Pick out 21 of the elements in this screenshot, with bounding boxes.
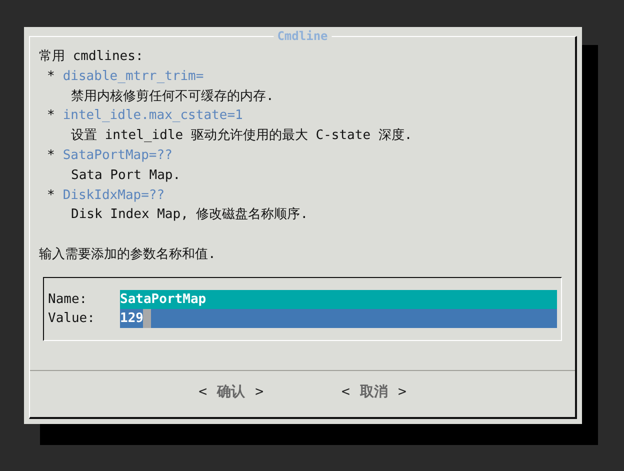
input-field[interactable]: 129 [120, 308, 557, 328]
field-label: Name: [47, 290, 88, 309]
option-description: Sata Port Map. [70, 166, 181, 185]
option-description: Disk Index Map, 修改磁盘名称顺序. [70, 206, 308, 224]
option-description: 设置 intel_idle 驱动允许使用的最大 C-state 深度. [70, 127, 412, 146]
intro-text: 常用 cmdlines: [39, 48, 144, 66]
bullet-mark: * [47, 186, 55, 205]
dialog-button[interactable]: < 确认 > [198, 382, 264, 403]
option-name: DiskIdxMap=?? [62, 186, 165, 205]
option-name: disable_mtrr_trim= [62, 68, 204, 86]
option-description: 禁用内核修剪任何不可缓存的内存. [70, 88, 274, 106]
prompt-text: 输入需要添加的参数名称和值. [39, 246, 216, 264]
dialog-button[interactable]: < 取消 > [342, 382, 406, 403]
bullet-mark: * [47, 68, 55, 86]
text-cursor [143, 308, 152, 328]
option-name: SataPortMap=?? [62, 146, 172, 165]
option-name: intel_idle.max_cstate=1 [62, 107, 243, 126]
bullet-mark: * [47, 107, 55, 126]
dialog-title: Cmdline [273, 29, 332, 43]
bullet-mark: * [47, 146, 55, 165]
field-label: Value: [47, 310, 96, 328]
